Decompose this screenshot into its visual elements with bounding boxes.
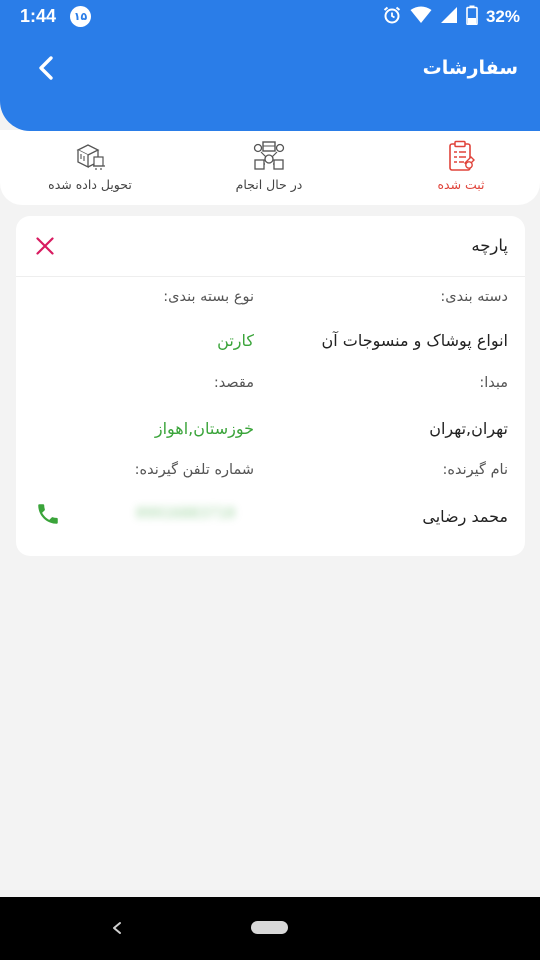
category-label: دسته بندی: (440, 289, 508, 305)
phone-icon (38, 504, 58, 524)
page-title: سفارشات (422, 57, 518, 79)
receiver-label: نام گیرنده: (442, 462, 508, 478)
receiver-phone-label: شماره تلفن گیرنده: (134, 462, 254, 478)
tab-registered[interactable]: ثبت شده (411, 138, 511, 192)
status-icons: 32% (382, 5, 520, 29)
wifi-icon (410, 6, 432, 28)
tab-delivered-label: تحویل داده شده (48, 177, 132, 192)
receiver-value: محمد رضایی (422, 507, 508, 526)
close-icon (36, 237, 54, 255)
origin-label: مبدا: (479, 375, 508, 391)
status-time: 1:44 (20, 6, 57, 26)
battery-icon (466, 5, 478, 29)
destination-value: خوزستان,اهواز (154, 419, 254, 438)
back-triangle-icon (113, 922, 121, 934)
notification-badge: ۱۵ (70, 6, 91, 27)
tab-in-progress[interactable]: در حال انجام (219, 138, 319, 192)
origin-value: تهران,تهران (429, 419, 508, 438)
back-button[interactable] (28, 52, 64, 84)
app-header: 1:44 ۱۵ 32% سفارشات (0, 0, 540, 131)
packaging-value: کارتن (217, 331, 254, 350)
destination-label: مقصد: (213, 375, 254, 391)
tab-delivered[interactable]: تحویل داده شده (40, 138, 140, 192)
order-title: پارچه (471, 236, 508, 255)
tab-registered-label: ثبت شده (437, 177, 485, 192)
order-card-header: پارچه (16, 216, 525, 277)
order-status-tabs: ثبت شده در حال انجام تحویل داده شده (0, 130, 540, 205)
order-card[interactable]: پارچه دسته بندی: نوع بسته بندی: انواع پو… (16, 216, 525, 556)
system-nav-bar (0, 897, 540, 960)
processing-icon (251, 138, 287, 174)
chevron-left-icon (39, 56, 53, 80)
alarm-icon (382, 5, 402, 29)
category-value: انواع پوشاک و منسوجات آن (321, 331, 508, 350)
tab-in-progress-label: در حال انجام (235, 177, 303, 192)
battery-percentage: 32% (485, 7, 520, 26)
nav-home-button[interactable] (251, 921, 288, 934)
call-receiver-button[interactable] (33, 499, 63, 529)
clipboard-icon (443, 138, 479, 174)
status-bar: 1:44 ۱۵ 32% (0, 0, 540, 34)
packaging-label: نوع بسته بندی: (163, 289, 254, 305)
signal-icon (440, 6, 458, 28)
nav-back-button[interactable] (106, 917, 128, 939)
receiver-phone-value: 09916883710 (136, 504, 236, 522)
cancel-order-button[interactable] (30, 231, 60, 261)
delivered-boxes-icon (72, 138, 108, 174)
